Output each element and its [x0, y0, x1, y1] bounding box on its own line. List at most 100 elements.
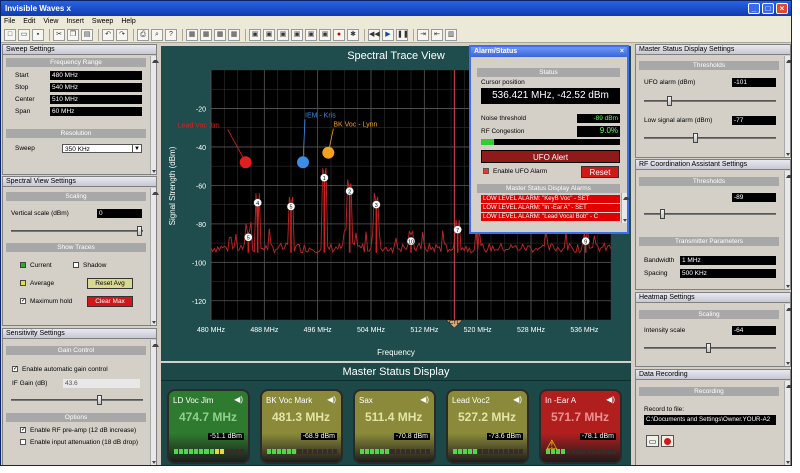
rfca-scrollbar[interactable]: [784, 171, 791, 289]
low-signal-knob[interactable]: [693, 133, 698, 143]
ufo-alarm-knob[interactable]: [667, 96, 672, 106]
new-icon[interactable]: □: [4, 28, 16, 41]
close-icon[interactable]: ×: [620, 47, 627, 57]
folder-icon[interactable]: ▭: [646, 435, 659, 447]
menu-insert[interactable]: Insert: [66, 18, 84, 25]
rfca-threshold-field[interactable]: -89: [732, 193, 776, 202]
menu-sweep[interactable]: Sweep: [92, 18, 113, 25]
low-signal-field[interactable]: -77: [732, 116, 776, 125]
play-icon[interactable]: ▶: [382, 28, 394, 41]
print-icon[interactable]: ⎙: [137, 28, 149, 41]
sensitivity-scrollbar[interactable]: [150, 340, 159, 465]
shadow-swatch[interactable]: [73, 262, 79, 268]
reset-button[interactable]: Reset: [581, 166, 619, 178]
menu-edit[interactable]: Edit: [23, 18, 35, 25]
copy-icon[interactable]: ❐: [67, 28, 79, 41]
enable-ufo-checkbox[interactable]: [483, 168, 489, 174]
sweep-select[interactable]: 350 KHz: [62, 144, 142, 153]
vertical-scale-slider[interactable]: [11, 226, 143, 236]
view2-icon[interactable]: ▦: [200, 28, 212, 41]
record-path-field[interactable]: C:\Documents and Settings\Owner.YOUR-A2: [644, 415, 776, 425]
bandwidth-field[interactable]: 1 MHz: [680, 256, 776, 265]
chart-icon[interactable]: ▥: [445, 28, 457, 41]
vertical-scale-knob[interactable]: [137, 226, 142, 236]
undo-icon[interactable]: ↶: [102, 28, 114, 41]
center-field[interactable]: 510 MHz: [50, 95, 142, 104]
help-icon[interactable]: ?: [165, 28, 177, 41]
input-atten-checkbox[interactable]: [20, 439, 26, 445]
sweep-scrollbar[interactable]: [150, 56, 159, 174]
cut-icon[interactable]: ✂: [53, 28, 65, 41]
vertical-scale-field[interactable]: 0: [97, 209, 142, 218]
close-button[interactable]: ×: [776, 3, 788, 14]
recording-scrollbar[interactable]: [784, 381, 791, 465]
intensity-slider[interactable]: [644, 343, 776, 353]
span-field[interactable]: 60 MHz: [50, 107, 142, 116]
rfca-threshold-slider[interactable]: [644, 209, 776, 219]
minimize-button[interactable]: _: [748, 3, 760, 14]
speaker-icon[interactable]: ◀): [606, 395, 615, 404]
rf-preamp-checkbox[interactable]: ✓: [20, 427, 26, 433]
status-card[interactable]: BK Voc Mark ◀) 481.3 MHz -68.9 dBm: [260, 389, 343, 464]
status-card[interactable]: Lead Voc2 ◀) 527.2 MHz -73.6 dBm: [446, 389, 529, 464]
view1-icon[interactable]: ▦: [186, 28, 198, 41]
paste-icon[interactable]: ▤: [81, 28, 93, 41]
ufo-alarm-slider[interactable]: [644, 96, 776, 106]
rewind-icon[interactable]: ◀◀: [368, 28, 380, 41]
redo-icon[interactable]: ↷: [116, 28, 128, 41]
auto-gain-checkbox[interactable]: ✓: [12, 366, 18, 372]
if-gain-field[interactable]: 43.6: [63, 379, 140, 388]
import-icon[interactable]: ⇤: [431, 28, 443, 41]
speaker-icon[interactable]: ◀): [234, 395, 243, 404]
layout4-icon[interactable]: ▣: [291, 28, 303, 41]
if-gain-slider[interactable]: [11, 395, 143, 405]
start-field[interactable]: 480 MHz: [50, 71, 142, 80]
speaker-icon[interactable]: ◀): [327, 395, 336, 404]
rfca-threshold-knob[interactable]: [660, 209, 665, 219]
speaker-icon[interactable]: ◀): [513, 395, 522, 404]
max-hold-checkbox[interactable]: ✓: [20, 298, 26, 304]
print-preview-icon[interactable]: ⌕: [151, 28, 163, 41]
alarm-row[interactable]: LOW LEVEL ALARM: "Lead Vocal Bob" - C: [481, 213, 620, 221]
menu-file[interactable]: File: [4, 18, 15, 25]
save-icon[interactable]: ▪: [32, 28, 44, 41]
msd-settings-scrollbar[interactable]: [784, 56, 791, 157]
ufo-alarm-field[interactable]: -101: [732, 78, 776, 87]
channel-marker[interactable]: [322, 146, 335, 159]
record-button[interactable]: [661, 435, 674, 447]
layout2-icon[interactable]: ▣: [263, 28, 275, 41]
clear-max-button[interactable]: Clear Max: [87, 296, 133, 307]
intensity-field[interactable]: -64: [732, 326, 776, 335]
export-icon[interactable]: ⇥: [417, 28, 429, 41]
view3-icon[interactable]: ▦: [214, 28, 226, 41]
open-icon[interactable]: ▭: [18, 28, 30, 41]
speaker-icon[interactable]: ◀): [420, 395, 429, 404]
alarm-row[interactable]: LOW LEVEL ALARM: "In -Ear A" - SET: [481, 204, 620, 212]
intensity-knob[interactable]: [706, 343, 711, 353]
layout6-icon[interactable]: ▣: [319, 28, 331, 41]
spacing-field[interactable]: 500 KHz: [680, 269, 776, 278]
layout3-icon[interactable]: ▣: [277, 28, 289, 41]
view4-icon[interactable]: ▦: [228, 28, 240, 41]
reset-avg-button[interactable]: Reset Avg: [87, 278, 133, 289]
status-card[interactable]: LD Voc Jim ◀) 474.7 MHz -51.1 dBm: [167, 389, 250, 464]
channel-marker[interactable]: [239, 156, 252, 169]
layout5-icon[interactable]: ▣: [305, 28, 317, 41]
record-icon[interactable]: ●: [333, 28, 345, 41]
layout1-icon[interactable]: ▣: [249, 28, 261, 41]
pause-icon[interactable]: ❚❚: [396, 28, 409, 41]
spectral-view-scrollbar[interactable]: [150, 188, 159, 325]
status-card[interactable]: Sax ◀) 511.4 MHz -70.8 dBm: [353, 389, 436, 464]
settings-icon[interactable]: ✱: [347, 28, 359, 41]
channel-marker[interactable]: [297, 156, 309, 169]
status-card[interactable]: In -Ear A ◀) 571.7 MHz -78.1 dBm ⚠: [539, 389, 622, 464]
maximize-button[interactable]: □: [762, 3, 774, 14]
if-gain-knob[interactable]: [97, 395, 102, 405]
menu-view[interactable]: View: [43, 18, 58, 25]
average-swatch[interactable]: [20, 280, 26, 286]
low-signal-slider[interactable]: [644, 133, 776, 143]
menu-help[interactable]: Help: [121, 18, 135, 25]
current-swatch[interactable]: [20, 262, 26, 268]
alarms-scrollbar[interactable]: [621, 193, 630, 223]
alarm-row[interactable]: LOW LEVEL ALARM: "KeyB Voc" - SET: [481, 195, 620, 203]
